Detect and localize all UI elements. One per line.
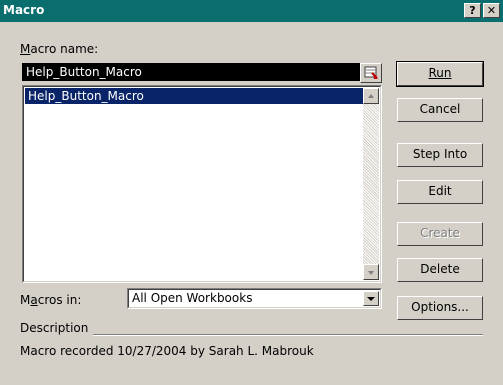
- range-select-button[interactable]: [360, 63, 382, 83]
- close-button[interactable]: ✕: [483, 3, 500, 18]
- delete-button-label: Delete: [420, 262, 460, 276]
- scroll-up-button[interactable]: [363, 88, 379, 104]
- macro-list-border: [23, 86, 381, 282]
- macro-name-input[interactable]: Help_Button_Macro: [22, 63, 360, 81]
- cancel-button[interactable]: Cancel: [397, 98, 483, 122]
- help-button[interactable]: ?: [464, 3, 481, 18]
- scroll-up-arrow-icon: [368, 94, 374, 98]
- description-divider: [93, 334, 483, 336]
- dropdown-arrow-icon: [367, 297, 375, 301]
- scroll-down-arrow-icon: [368, 271, 374, 275]
- options-button[interactable]: Options...: [397, 296, 483, 320]
- description-text: Macro recorded 10/27/2004 by Sarah L. Ma…: [20, 344, 314, 358]
- scroll-down-button[interactable]: [363, 264, 379, 280]
- macros-in-select[interactable]: All Open Workbooks: [127, 288, 382, 309]
- vertical-scrollbar[interactable]: [363, 88, 379, 280]
- options-button-label: Options...: [411, 300, 469, 314]
- window-title: Macro: [3, 3, 45, 17]
- macros-in-value: All Open Workbooks: [132, 291, 253, 305]
- title-bar: Macro ? ✕: [0, 0, 503, 22]
- macros-in-label: Macros in:: [20, 293, 82, 307]
- list-item[interactable]: Help_Button_Macro: [25, 88, 364, 104]
- macro-list[interactable]: Help_Button_Macro: [22, 85, 382, 283]
- description-label: Description: [20, 321, 89, 335]
- step-into-button[interactable]: Step Into: [397, 143, 483, 167]
- run-button[interactable]: Run: [396, 61, 484, 87]
- macros-in-label-rest: cros in:: [37, 293, 82, 307]
- create-button[interactable]: Create: [397, 222, 483, 246]
- range-select-icon: [364, 66, 378, 79]
- edit-button-label: Edit: [428, 184, 452, 198]
- macros-in-dropdown-button[interactable]: [363, 291, 379, 306]
- step-into-button-label: Step Into: [412, 147, 468, 161]
- edit-button[interactable]: Edit: [397, 180, 483, 204]
- macro-name-label-rest: acro name:: [30, 42, 99, 56]
- macros-in-label-prefix: M: [20, 293, 31, 307]
- macro-name-label: Macro name:: [20, 42, 99, 56]
- run-button-label: Run: [428, 66, 452, 80]
- delete-button[interactable]: Delete: [397, 258, 483, 282]
